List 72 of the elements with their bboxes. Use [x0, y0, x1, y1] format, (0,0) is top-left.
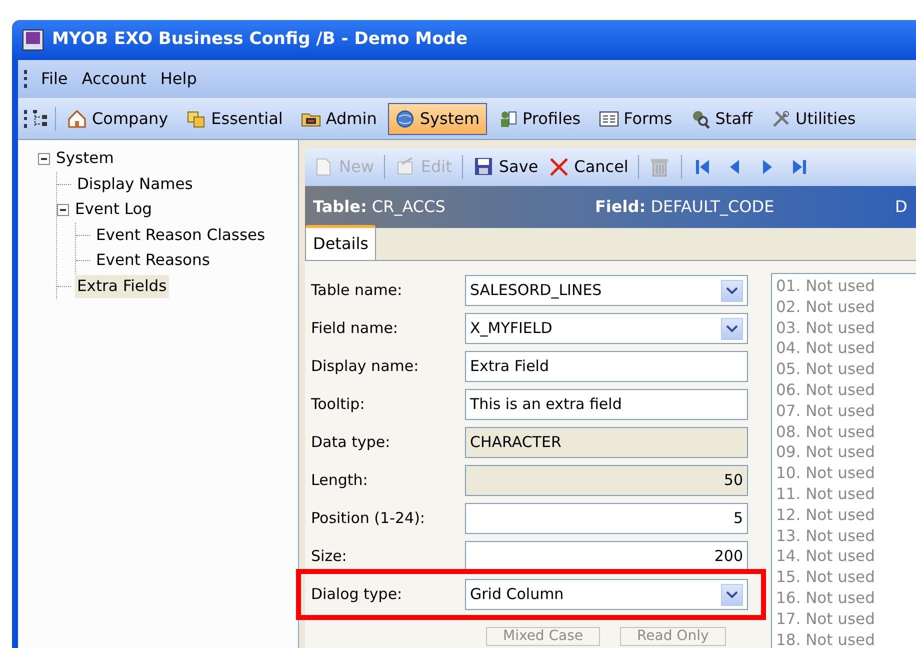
field-label: Length:: [311, 470, 369, 492]
list-item[interactable]: 14. Not used: [776, 546, 916, 568]
dropdown[interactable]: Grid Column: [465, 579, 748, 610]
toolbar-button[interactable]: Forms: [592, 102, 680, 134]
chevron-down-icon: [726, 286, 738, 294]
input-field[interactable]: This is an extra field: [465, 389, 748, 420]
toolbar-button[interactable]: Company: [60, 102, 176, 134]
menu-item[interactable]: Account: [82, 67, 146, 91]
tools-icon: [770, 108, 791, 128]
tree-item[interactable]: Event Reasons: [94, 249, 212, 272]
expand-toggle[interactable]: [38, 152, 50, 165]
field-label: Display name:: [311, 356, 420, 378]
toolbar-button[interactable]: Utilities: [764, 102, 863, 134]
input-field[interactable]: CHARACTER: [465, 427, 748, 458]
toolbar-button[interactable]: Staff: [683, 102, 760, 134]
chevron-down-icon: [726, 324, 738, 332]
list-item[interactable]: 15. Not used: [776, 567, 916, 588]
chevron-down-icon: [726, 590, 738, 598]
list-item[interactable]: 17. Not used: [776, 608, 916, 630]
house-icon: [67, 108, 87, 128]
field-label: Position (1-24):: [311, 508, 426, 530]
list-item[interactable]: 13. Not used: [776, 526, 916, 546]
window-title: MYOB EXO Business Config /B - Demo Mode: [52, 28, 468, 52]
header-text: D: [895, 197, 908, 216]
list-item[interactable]: 12. Not used: [776, 504, 916, 526]
field-label: Size:: [311, 546, 348, 568]
list-item[interactable]: 01. Not used: [776, 276, 916, 297]
toolbar-button[interactable]: Essential: [179, 102, 290, 134]
menu-item[interactable]: File: [41, 67, 68, 91]
list-item[interactable]: 08. Not used: [776, 422, 916, 442]
list-item[interactable]: 04. Not used: [776, 338, 916, 360]
list-item[interactable]: 16. Not used: [776, 588, 916, 609]
list-item[interactable]: 11. Not used: [776, 484, 916, 505]
dropdown[interactable]: SALESORD_LINES: [465, 275, 748, 306]
list-item[interactable]: 05. Not used: [776, 359, 916, 380]
list-item[interactable]: 02. Not used: [776, 296, 916, 318]
tab[interactable]: Details: [305, 225, 376, 260]
list-item[interactable]: 10. Not used: [776, 463, 916, 484]
field-label: Table name:: [311, 280, 404, 302]
tree-item[interactable]: Event Log: [73, 198, 154, 222]
tree-item[interactable]: Extra Fields: [75, 274, 169, 298]
cancel-button[interactable]: Cancel: [548, 155, 628, 179]
app-icon: [22, 29, 44, 51]
expand-toggle[interactable]: [57, 204, 69, 216]
field-label: Tooltip:: [311, 394, 366, 416]
save-icon: [472, 156, 495, 178]
dropdown[interactable]: X_MYFIELD: [465, 313, 748, 344]
list-item[interactable]: 07. Not used: [776, 400, 916, 422]
field-label: Dialog type:: [311, 584, 404, 606]
input-field[interactable]: 50: [465, 465, 748, 496]
header-text: Table: CR_ACCS: [313, 197, 446, 216]
toolbar-button[interactable]: Profiles: [490, 102, 588, 134]
list-item[interactable]: 06. Not used: [776, 380, 916, 401]
input-field[interactable]: 200: [465, 541, 748, 572]
list-item[interactable]: 03. Not used: [776, 318, 916, 338]
input-field[interactable]: 5: [465, 503, 748, 534]
tree-item[interactable]: Display Names: [75, 172, 195, 196]
cancel-icon: [548, 156, 570, 178]
list-item[interactable]: 09. Not used: [776, 442, 916, 464]
form-icon: [598, 108, 619, 128]
menu-item[interactable]: Help: [160, 67, 197, 91]
tree-item[interactable]: Event Reason Classes: [94, 224, 268, 247]
globe-icon: [394, 108, 415, 128]
input-field[interactable]: Extra Field: [465, 351, 748, 382]
field-label: Data type:: [311, 432, 392, 454]
header-text: Field: DEFAULT_CODE: [595, 197, 774, 216]
toolbar-button[interactable]: System: [388, 102, 487, 134]
toolbar-button[interactable]: Admin: [294, 102, 384, 134]
tree-item[interactable]: System: [54, 147, 116, 170]
save-button[interactable]: Save: [472, 155, 538, 179]
field-label: Field name:: [311, 318, 399, 340]
list-item[interactable]: 18. Not used: [776, 630, 916, 648]
